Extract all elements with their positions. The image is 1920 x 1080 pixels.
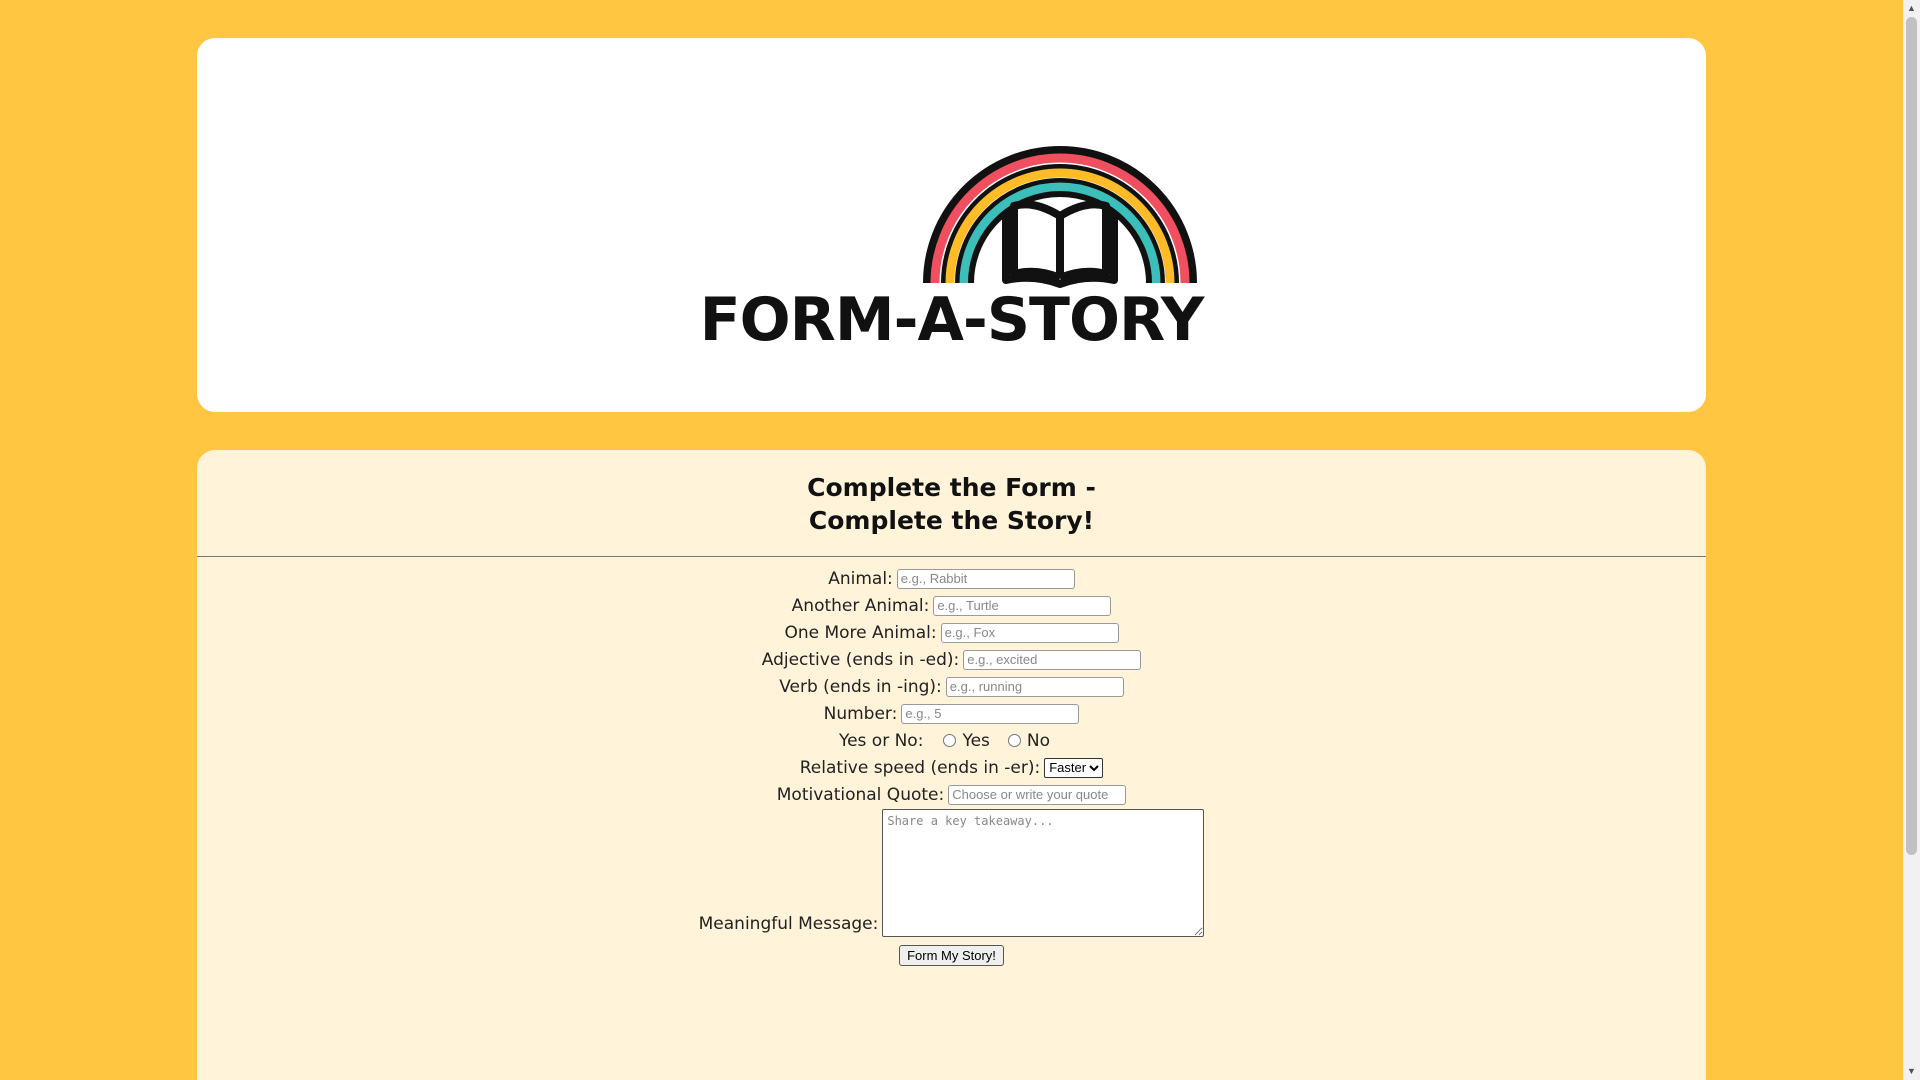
number-label: Number: [823,703,898,724]
verb-input[interactable] [945,676,1124,697]
meaningful-message-row: Meaningful Message: [197,809,1706,937]
number-input[interactable] [901,703,1080,724]
chevron-up-icon[interactable]: ▲ [1903,0,1920,17]
relative-speed-select[interactable]: Faster [1044,757,1104,778]
header-card: FORM-A-STORY [197,38,1706,412]
yes-option-label: Yes [962,730,990,751]
page: FORM-A-STORY Complete the Form - Complet… [0,0,1920,1080]
yes-no-row: Yes or No: Yes No [197,727,1706,754]
another-animal-row: Another Animal: [197,592,1706,619]
form-title-line1: Complete the Form - [807,473,1096,502]
no-radio[interactable] [1007,734,1021,747]
another-animal-input[interactable] [933,595,1112,616]
meaningful-message-textarea[interactable] [882,809,1205,937]
animal-input[interactable] [896,568,1075,589]
motivational-quote-input[interactable] [948,784,1127,805]
story-form: Animal: Another Animal: One More Animal:… [197,565,1706,966]
vertical-scrollbar[interactable]: ▲ ▼ [1903,0,1920,1080]
animal-row: Animal: [197,565,1706,592]
relative-speed-row: Relative speed (ends in -er): Faster [197,754,1706,781]
form-title: Complete the Form - Complete the Story! [197,471,1706,537]
adjective-input[interactable] [963,649,1142,670]
one-more-animal-input[interactable] [940,622,1119,643]
divider [197,556,1706,557]
one-more-animal-label: One More Animal: [784,622,937,643]
another-animal-label: Another Animal: [791,595,930,616]
animal-label: Animal: [828,568,893,589]
rainbow-book-icon [923,146,1197,288]
verb-row: Verb (ends in -ing): [197,673,1706,700]
number-row: Number: [197,700,1706,727]
no-option-label: No [1026,730,1051,751]
adjective-label: Adjective (ends in -ed): [761,649,960,670]
meaningful-message-label: Meaningful Message: [698,914,879,934]
adjective-row: Adjective (ends in -ed): [197,646,1706,673]
motivational-quote-row: Motivational Quote: [197,781,1706,808]
yes-radio[interactable] [943,734,957,747]
submit-row: Form My Story! [197,945,1706,966]
chevron-down-icon[interactable]: ▼ [1903,1063,1920,1080]
one-more-animal-row: One More Animal: [197,619,1706,646]
logo-text: FORM-A-STORY [699,285,1205,355]
motivational-quote-label: Motivational Quote: [776,784,945,805]
relative-speed-label: Relative speed (ends in -er): [799,757,1041,778]
yes-no-label: Yes or No: [838,730,924,751]
verb-label: Verb (ends in -ing): [779,676,942,697]
form-card: Complete the Form - Complete the Story! … [197,450,1706,1080]
form-my-story-button[interactable]: Form My Story! [899,945,1004,966]
form-title-line2: Complete the Story! [808,506,1095,535]
yes-no-radio-group: Yes No [939,731,1064,751]
scrollbar-thumb[interactable] [1906,17,1917,855]
